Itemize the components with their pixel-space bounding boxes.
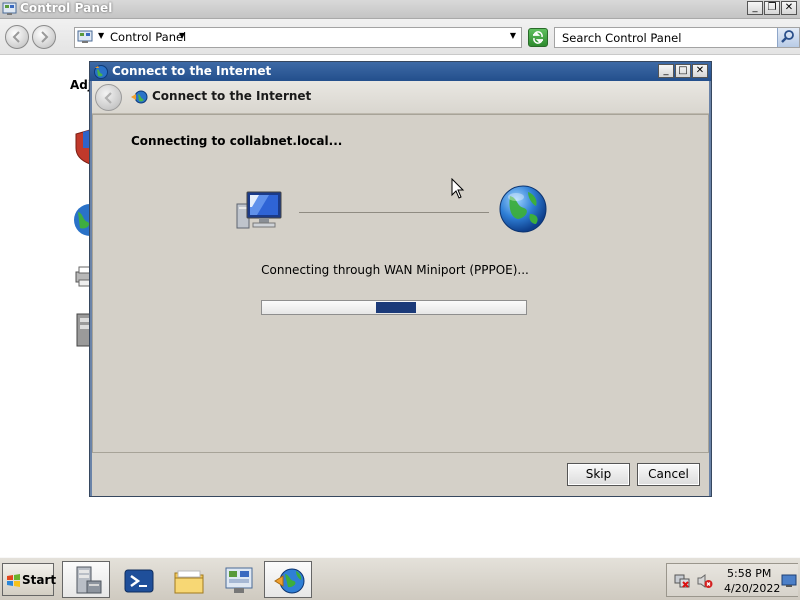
forward-button[interactable] [32, 25, 56, 49]
server-manager-icon [76, 566, 102, 594]
window-caption-buttons: _ ❐ ✕ [747, 1, 797, 15]
dialog-title: Connect to the Internet [112, 64, 272, 78]
control-panel-navbar: ▼ Control Panel ▼ ▼ [0, 19, 800, 55]
taskbar-connect-internet[interactable] [264, 561, 312, 598]
start-label: Start [22, 573, 57, 587]
dialog-caption-buttons: _ □ ✕ [658, 64, 708, 78]
network-globe-icon [93, 64, 109, 82]
dialog-back-button[interactable] [95, 84, 122, 111]
taskbar: Start 5:58 PM 4/20/2022 [0, 557, 800, 600]
network-connect-icon [274, 568, 305, 594]
dialog-navbar: Connect to the Internet [92, 81, 709, 114]
arrow-left-icon [12, 31, 20, 43]
breadcrumb-arrow-icon[interactable]: ▼ [98, 31, 104, 40]
control-panel-icon [77, 30, 93, 45]
search-icon [781, 30, 794, 43]
windows-logo-icon [6, 574, 21, 591]
progress-fill [376, 302, 416, 313]
refresh-icon [533, 31, 543, 44]
connection-progress-text: Connecting through WAN Miniport (PPPOE).… [261, 263, 529, 277]
skip-button[interactable]: Skip [567, 463, 630, 486]
system-tray: 5:58 PM 4/20/2022 [666, 563, 798, 597]
taskbar-server-manager[interactable] [62, 561, 110, 598]
connection-progress-bar [261, 300, 527, 315]
arrow-left-icon [104, 92, 112, 104]
search-input[interactable] [555, 28, 777, 47]
powershell-icon [124, 569, 154, 593]
clock-date[interactable]: 4/20/2022 [724, 582, 780, 595]
volume-muted-icon[interactable] [697, 573, 713, 592]
dialog-titlebar: Connect to the Internet _ □ ✕ [90, 62, 711, 81]
dialog-minimize-button[interactable]: _ [658, 64, 674, 78]
minimize-button[interactable]: _ [747, 1, 763, 15]
arrow-right-icon [41, 31, 49, 43]
explorer-folder-icon [174, 570, 204, 594]
close-button[interactable]: ✕ [781, 1, 797, 15]
refresh-button[interactable] [528, 28, 548, 47]
connecting-status-heading: Connecting to collabnet.local... [131, 134, 343, 148]
taskbar-powershell[interactable] [114, 561, 162, 598]
control-panel-titlebar: Control Panel _ ❐ ✕ [0, 0, 800, 19]
internet-globe-icon [498, 184, 548, 237]
back-button[interactable] [5, 25, 29, 49]
connect-dialog: Connect to the Internet _ □ ✕ Connect to… [89, 61, 712, 497]
control-panel-icon [225, 567, 253, 593]
network-status-icon[interactable] [674, 573, 690, 592]
window-title: Control Panel [20, 1, 113, 15]
restore-button[interactable]: ❐ [764, 1, 780, 15]
taskbar-explorer[interactable] [164, 561, 212, 598]
computer-icon [235, 190, 287, 237]
connection-line [299, 212, 489, 213]
breadcrumb-control-panel[interactable]: Control Panel [110, 30, 186, 44]
taskbar-control-panel[interactable] [214, 561, 262, 598]
control-panel-icon [2, 2, 17, 16]
show-desktop-icon[interactable] [781, 574, 797, 591]
breadcrumb-chevron-icon[interactable]: ▼ [179, 31, 185, 40]
cancel-button[interactable]: Cancel [637, 463, 700, 486]
search-box [554, 27, 800, 48]
wizard-heading: Connect to the Internet [152, 89, 312, 103]
address-dropdown-icon[interactable]: ▼ [510, 31, 516, 40]
mouse-cursor-icon [451, 177, 465, 203]
dialog-body: Connecting to collabnet.local... Connect… [92, 114, 709, 453]
dialog-footer: Skip Cancel [92, 453, 709, 496]
search-button[interactable] [777, 28, 799, 47]
start-button[interactable]: Start [2, 563, 57, 596]
address-bar[interactable]: ▼ Control Panel ▼ ▼ [74, 27, 522, 48]
dialog-maximize-button[interactable]: □ [675, 64, 691, 78]
dialog-close-button[interactable]: ✕ [692, 64, 708, 78]
connect-wizard-icon [130, 89, 148, 108]
clock-time[interactable]: 5:58 PM [727, 567, 771, 580]
